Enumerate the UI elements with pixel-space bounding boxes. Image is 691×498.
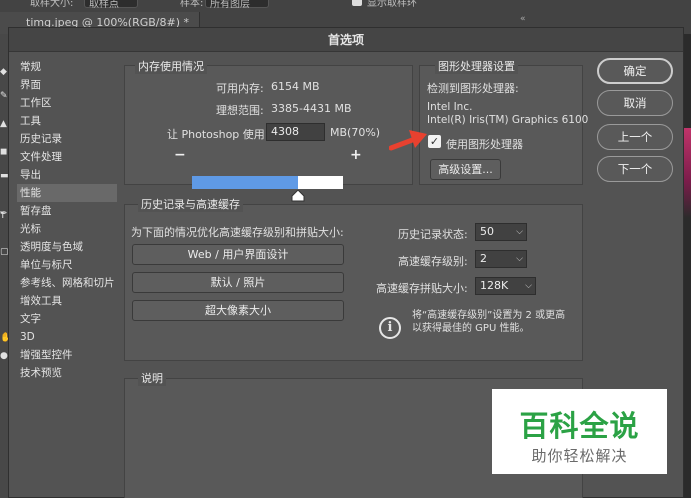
cache-levels-select[interactable]: 2 ⌵ bbox=[475, 250, 527, 268]
brush-tool-icon[interactable]: ✎ bbox=[0, 92, 8, 101]
decrease-memory-button[interactable]: − bbox=[174, 147, 186, 163]
memory-slider-thumb[interactable] bbox=[291, 190, 305, 202]
show-ring-checkbox[interactable] bbox=[352, 0, 362, 6]
optimize-label: 为下面的情况优化高速缓存级别和拼贴大小: bbox=[131, 226, 344, 239]
nav-item[interactable]: 暂存盘 bbox=[17, 202, 117, 220]
hand-tool-icon[interactable]: ✋ bbox=[0, 334, 11, 343]
history-states-value: 50 bbox=[480, 225, 494, 238]
red-arrow-annotation bbox=[389, 130, 427, 151]
preset-web-ui-button[interactable]: Web / 用户界面设计 bbox=[132, 244, 344, 265]
nav-item[interactable]: 常规 bbox=[17, 58, 117, 76]
nav-item[interactable]: 透明度与色域 bbox=[17, 238, 117, 256]
memory-legend: 内存使用情况 bbox=[135, 58, 207, 74]
chevron-down-icon: ⌵ bbox=[516, 227, 523, 237]
ok-button[interactable]: 确定 bbox=[597, 58, 673, 84]
gpu-legend: 图形处理器设置 bbox=[435, 58, 518, 74]
eraser-tool-icon[interactable]: ◼ bbox=[0, 148, 7, 157]
shape-tool-icon[interactable]: ▢ bbox=[0, 248, 9, 257]
nav-item[interactable]: 导出 bbox=[17, 166, 117, 184]
tile-size-select[interactable]: 128K ⌵ bbox=[475, 277, 536, 295]
nav-item[interactable]: 性能 bbox=[17, 184, 117, 202]
sample-label: 样本: bbox=[180, 0, 204, 9]
gradient-tool-icon[interactable]: ▬ bbox=[0, 172, 9, 181]
history-states-select[interactable]: 50 ⌵ bbox=[475, 223, 527, 241]
nav-item[interactable]: 历史记录 bbox=[17, 130, 117, 148]
description-legend: 说明 bbox=[138, 370, 166, 386]
gpu-detected-label: 检测到图形处理器: bbox=[427, 82, 519, 95]
nav-item[interactable]: 技术预览 bbox=[17, 364, 117, 382]
zoom-tool-icon[interactable]: ● bbox=[0, 352, 8, 361]
history-states-label: 历史记录状态: bbox=[398, 228, 468, 241]
ideal-range-value: 3385-4431 MB bbox=[271, 102, 352, 115]
memory-usage-bar-track bbox=[298, 176, 343, 189]
nav-item[interactable]: 工具 bbox=[17, 112, 117, 130]
chevron-down-icon: ⌵ bbox=[525, 281, 532, 291]
nav-item[interactable]: 3D bbox=[17, 328, 117, 346]
available-memory-label: 可用内存: bbox=[216, 82, 264, 95]
gpu-vendor: Intel Inc. bbox=[427, 101, 473, 113]
available-memory-value: 6154 MB bbox=[271, 80, 320, 93]
cache-levels-label: 高速缓存级别: bbox=[398, 255, 468, 268]
gpu-model: Intel(R) Iris(TM) Graphics 6100 bbox=[427, 114, 589, 126]
tile-size-label: 高速缓存拼贴大小: bbox=[376, 282, 468, 295]
use-gpu-label: 使用图形处理器 bbox=[446, 138, 523, 151]
nav-item[interactable]: 光标 bbox=[17, 220, 117, 238]
nav-item[interactable]: 文字 bbox=[17, 310, 117, 328]
next-button[interactable]: 下一个 bbox=[597, 156, 673, 182]
dialog-title: 首选项 bbox=[9, 28, 683, 52]
memory-percent-label: MB(70%) bbox=[330, 126, 381, 139]
tools-panel: ◆ ✎ ▲ ◼ ▬ ✒ T ▢ ✋ ● bbox=[0, 34, 11, 498]
history-cache-legend: 历史记录与高速缓存 bbox=[138, 196, 243, 212]
advanced-settings-button[interactable]: 高级设置... bbox=[430, 159, 501, 180]
nav-item[interactable]: 参考线、网格和切片 bbox=[17, 274, 117, 292]
watermark-logo: 百科全说 助你轻松解决 bbox=[492, 389, 667, 474]
tool-icon[interactable]: ◆ bbox=[0, 68, 7, 77]
prev-button[interactable]: 上一个 bbox=[597, 124, 673, 150]
nav-item[interactable]: 增效工具 bbox=[17, 292, 117, 310]
right-panel-strip bbox=[684, 34, 691, 498]
nav-item[interactable]: 工作区 bbox=[17, 94, 117, 112]
cache-levels-value: 2 bbox=[480, 252, 487, 265]
color-picker-gradient bbox=[684, 128, 691, 218]
info-icon: i bbox=[379, 317, 401, 339]
sample-size-select[interactable]: 取样点 bbox=[84, 0, 138, 10]
watermark-subtitle: 助你轻松解决 bbox=[531, 447, 628, 465]
show-ring-label: 显示取样环 bbox=[367, 0, 417, 9]
chevron-down-icon: ⌵ bbox=[516, 254, 523, 264]
panel-collapse-icon[interactable]: « bbox=[520, 14, 526, 24]
sample-select[interactable]: 所有图层 bbox=[205, 0, 269, 10]
use-gpu-checkbox[interactable]: ✓ bbox=[428, 135, 441, 148]
watermark-title: 百科全说 bbox=[519, 409, 640, 443]
gpu-cache-hint-line2: 以获得最佳的 GPU 性能。 bbox=[412, 323, 530, 334]
nav-item[interactable]: 界面 bbox=[17, 76, 117, 94]
tile-size-value: 128K bbox=[480, 279, 509, 292]
increase-memory-button[interactable]: + bbox=[350, 147, 362, 163]
sample-size-label: 取样大小: bbox=[30, 0, 74, 9]
preset-huge-pixel-button[interactable]: 超大像素大小 bbox=[132, 300, 344, 321]
cancel-button[interactable]: 取消 bbox=[597, 90, 673, 116]
nav-item[interactable]: 增强型控件 bbox=[17, 346, 117, 364]
memory-usage-input[interactable]: 4308 bbox=[266, 123, 325, 141]
preferences-nav: 常规 界面 工作区 工具 历史记录 文件处理 导出 性能 暂存盘 光标 透明度与色域 单位与标尺 参考线… bbox=[17, 58, 117, 382]
nav-item[interactable]: 文件处理 bbox=[17, 148, 117, 166]
ideal-range-label: 理想范围: bbox=[216, 104, 264, 117]
stamp-tool-icon[interactable]: ▲ bbox=[0, 120, 7, 129]
preset-default-photo-button[interactable]: 默认 / 照片 bbox=[132, 272, 344, 293]
memory-usage-bar-fill bbox=[192, 176, 298, 189]
type-tool-icon[interactable]: T bbox=[0, 212, 7, 221]
nav-item[interactable]: 单位与标尺 bbox=[17, 256, 117, 274]
photoshop-usage-label: 让 Photoshop 使用: bbox=[167, 128, 269, 141]
